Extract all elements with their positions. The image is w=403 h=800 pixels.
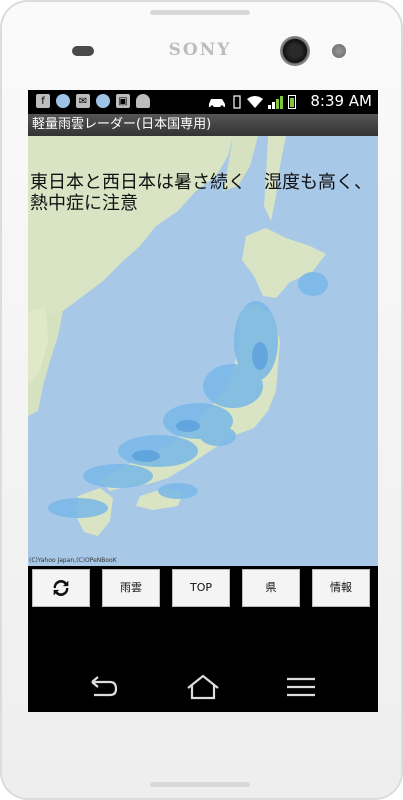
prefecture-button[interactable]: 県 <box>242 569 300 607</box>
map-credit: (C)Yahoo Japan,(C)OPeNBooK <box>29 557 117 564</box>
system-icons <box>207 95 296 109</box>
notification-icons: f ✉ ▣ <box>36 94 150 108</box>
weather-headline[interactable]: 東日本と西日本は暑さ続く 湿度も高く、熱中症に注意 <box>30 172 376 214</box>
brand-logo: SONY <box>168 40 232 60</box>
screen: f ✉ ▣ 8:39 AM 軽量雨雲レーダー(日本国専用) 東日本と西日本は暑さ… <box>28 90 378 712</box>
status-clock: 8:39 AM <box>310 92 372 110</box>
info-button[interactable]: 情報 <box>312 569 370 607</box>
image-icon: ▣ <box>116 94 130 108</box>
home-icon[interactable] <box>185 674 221 700</box>
earpiece <box>72 46 94 56</box>
signal-icon <box>268 95 283 109</box>
wifi-icon <box>247 96 263 108</box>
refresh-button[interactable] <box>32 569 90 607</box>
vibrate-icon <box>233 95 241 109</box>
bottom-speaker-grill <box>150 782 250 787</box>
navigation-bar <box>28 662 378 712</box>
globe-icon <box>56 94 70 108</box>
front-camera <box>280 36 310 66</box>
refresh-icon <box>53 579 69 597</box>
phone-frame: SONY f ✉ ▣ 8:39 AM 軽量雨雲レーダー(日本国専用) 東日本と西… <box>0 0 403 800</box>
android-icon <box>136 94 150 108</box>
globe-icon <box>96 94 110 108</box>
app-title: 軽量雨雲レーダー(日本国専用) <box>28 114 378 136</box>
back-icon[interactable] <box>84 674 120 700</box>
proximity-sensor <box>332 44 346 58</box>
status-bar: f ✉ ▣ 8:39 AM <box>28 90 378 114</box>
mail-icon: ✉ <box>76 94 90 108</box>
car-icon <box>209 99 225 108</box>
top-speaker-grill <box>150 10 250 15</box>
radar-map[interactable]: 東日本と西日本は暑さ続く 湿度も高く、熱中症に注意 (C)Yahoo Japan… <box>28 136 378 566</box>
facebook-icon: f <box>36 94 50 108</box>
top-button[interactable]: TOP <box>172 569 230 607</box>
battery-icon <box>288 95 296 109</box>
rain-cloud-button[interactable]: 雨雲 <box>102 569 160 607</box>
recent-apps-icon[interactable] <box>283 674 319 700</box>
ad-area <box>28 612 378 662</box>
bottom-toolbar: 雨雲 TOP 県 情報 <box>28 566 378 612</box>
